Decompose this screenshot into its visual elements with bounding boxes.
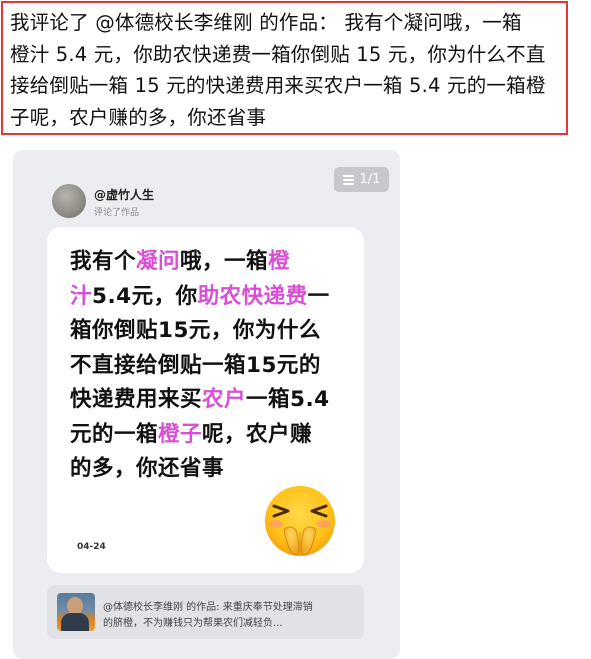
highlighted-keyword: 助农快递费 xyxy=(197,283,308,309)
highlighted-keyword: 农户 xyxy=(202,387,247,412)
screenshot-root: 我评论了 @体德校长李维刚 的作品： 我有个凝问哦，一箱 橙汁 5.4 元，你助… xyxy=(0,0,591,659)
highlighted-keyword: 凝问 xyxy=(136,249,181,274)
comment-fragment: 快递费用来买 xyxy=(70,387,203,412)
comment-fragment: 呢，农户赚 xyxy=(202,421,313,447)
caption-line: 子呢，农户赚的多，你还省事 xyxy=(10,105,267,129)
comment-fragment: 一箱5.4 xyxy=(246,387,330,412)
caption-line: 橙汁 5.4 元，你助农快递费一箱你倒贴 15 元，你为什么不直 xyxy=(10,42,546,66)
comment-fragment: 不直接给倒贴一箱15元的 xyxy=(70,352,321,378)
comment-fragment: 的多，你还省事 xyxy=(70,456,225,481)
highlighted-keyword: 橙 xyxy=(268,249,291,274)
user-subtitle: 评论了作品 xyxy=(94,208,140,218)
comment-fragment: 元的一箱 xyxy=(70,421,159,447)
comment-fragment: 我有个 xyxy=(70,249,137,274)
referenced-post-text: @体德校长李维刚 的作品: 来重庆奉节处理滞销 xyxy=(103,602,313,613)
comment-line: 我有个凝问哦，一箱橙 xyxy=(70,245,360,280)
comment-line: 元的一箱橙子呢，农户赚 xyxy=(70,418,360,453)
highlighted-keyword: 橙子 xyxy=(158,421,203,447)
comment-fragment: 哦，一箱 xyxy=(180,249,269,274)
user-avatar[interactable] xyxy=(52,184,86,218)
comment-line: 不直接给倒贴一箱15元的 xyxy=(70,349,360,384)
comment-fragment: 一 xyxy=(307,283,330,309)
comment-date: 04-24 xyxy=(77,542,106,552)
referenced-post-text: 的脐橙，不为赚钱只为帮果农们减轻负... xyxy=(103,618,283,629)
comment-line: 的多，你还省事 xyxy=(70,452,360,487)
pleading-hands-emoji-icon xyxy=(265,486,335,556)
comment-text: 我有个凝问哦，一箱橙 汁5.4元，你助农快递费一 箱你倒贴15元，你为什么 不直接给倒… xyxy=(70,245,360,487)
comment-line: 汁5.4元，你助农快递费一 xyxy=(70,280,360,315)
caption-line: 我评论了 @体德校长李维刚 的作品： 我有个凝问哦，一箱 xyxy=(10,11,522,34)
page-indicator-text: 1/1 xyxy=(359,172,381,187)
comment-line: 快递费用来买农户一箱5.4 xyxy=(70,383,360,418)
page-indicator-badge[interactable]: 1/1 xyxy=(334,167,389,192)
caption-line: 接给倒贴一箱 15 元的快递费用来买农户一箱 5.4 元的一箱橙 xyxy=(10,74,546,97)
comment-fragment: 5.4元，你 xyxy=(92,283,198,309)
list-icon xyxy=(342,174,354,185)
referenced-post-thumbnail xyxy=(57,593,95,631)
comment-line: 箱你倒贴15元，你为什么 xyxy=(70,314,360,349)
user-name[interactable]: @虚竹人生 xyxy=(94,186,154,203)
comment-fragment: 箱你倒贴15元，你为什么 xyxy=(70,318,321,343)
caption-text-box: 我评论了 @体德校长李维刚 的作品： 我有个凝问哦，一箱 橙汁 5.4 元，你助… xyxy=(1,1,568,135)
highlighted-keyword: 汁 xyxy=(70,283,93,309)
